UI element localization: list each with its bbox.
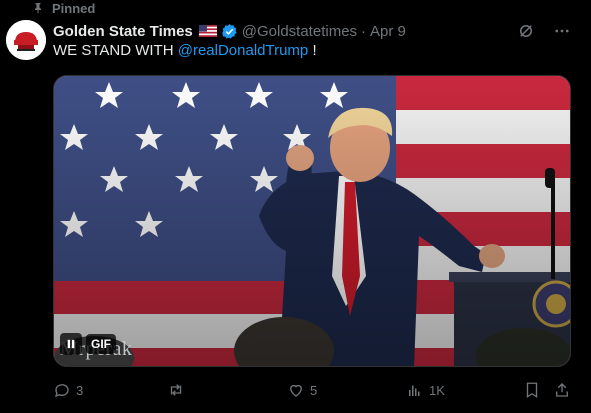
reply-button[interactable]: 3 [53, 378, 83, 402]
grok-icon[interactable] [517, 22, 535, 40]
bookmark-icon [526, 382, 538, 399]
bookmark-button[interactable] [523, 378, 541, 402]
separator-dot: · [361, 22, 367, 40]
post-header: Golden State Times @Goldstatetimes · Apr… [53, 21, 406, 41]
pause-button[interactable] [60, 333, 82, 355]
flag-us-icon [198, 25, 217, 37]
post-date[interactable]: Apr 9 [370, 23, 406, 40]
post-actions: 3 5 1K [53, 378, 571, 402]
verified-badge-icon[interactable] [221, 23, 238, 40]
like-icon [290, 384, 302, 397]
reply-icon [54, 384, 69, 398]
avatar-logo-icon [6, 20, 46, 60]
reply-count: 3 [76, 382, 84, 398]
media-gif[interactable]: Mrperak GIF [53, 75, 571, 367]
pinned-label: Pinned [52, 0, 96, 16]
post-text: WE STAND WITH @realDonaldTrump ! [53, 42, 317, 59]
author-handle[interactable]: @Goldstatetimes [242, 23, 357, 40]
views-icon [409, 385, 420, 396]
pause-icon [67, 339, 75, 349]
pinned-indicator: Pinned [32, 0, 95, 16]
mention-link[interactable]: @realDonaldTrump [178, 42, 309, 59]
share-icon [556, 383, 568, 397]
author-name[interactable]: Golden State Times [53, 23, 193, 40]
header-actions [517, 22, 571, 40]
views-count: 1K [429, 382, 445, 398]
like-button[interactable]: 5 [287, 378, 317, 402]
share-button[interactable] [553, 378, 571, 402]
gif-badge: GIF [86, 334, 116, 354]
post-text-suffix: ! [308, 42, 317, 59]
like-count: 5 [310, 382, 318, 398]
repost-button[interactable] [167, 378, 190, 402]
repost-icon [170, 384, 182, 396]
gif-controls: GIF [60, 333, 116, 355]
views-button[interactable]: 1K [406, 378, 445, 402]
post-text-content: WE STAND WITH [53, 42, 178, 59]
pin-icon [35, 3, 41, 14]
avatar[interactable] [6, 20, 46, 60]
gif-frame-image [54, 76, 570, 366]
more-icon[interactable] [553, 22, 571, 40]
